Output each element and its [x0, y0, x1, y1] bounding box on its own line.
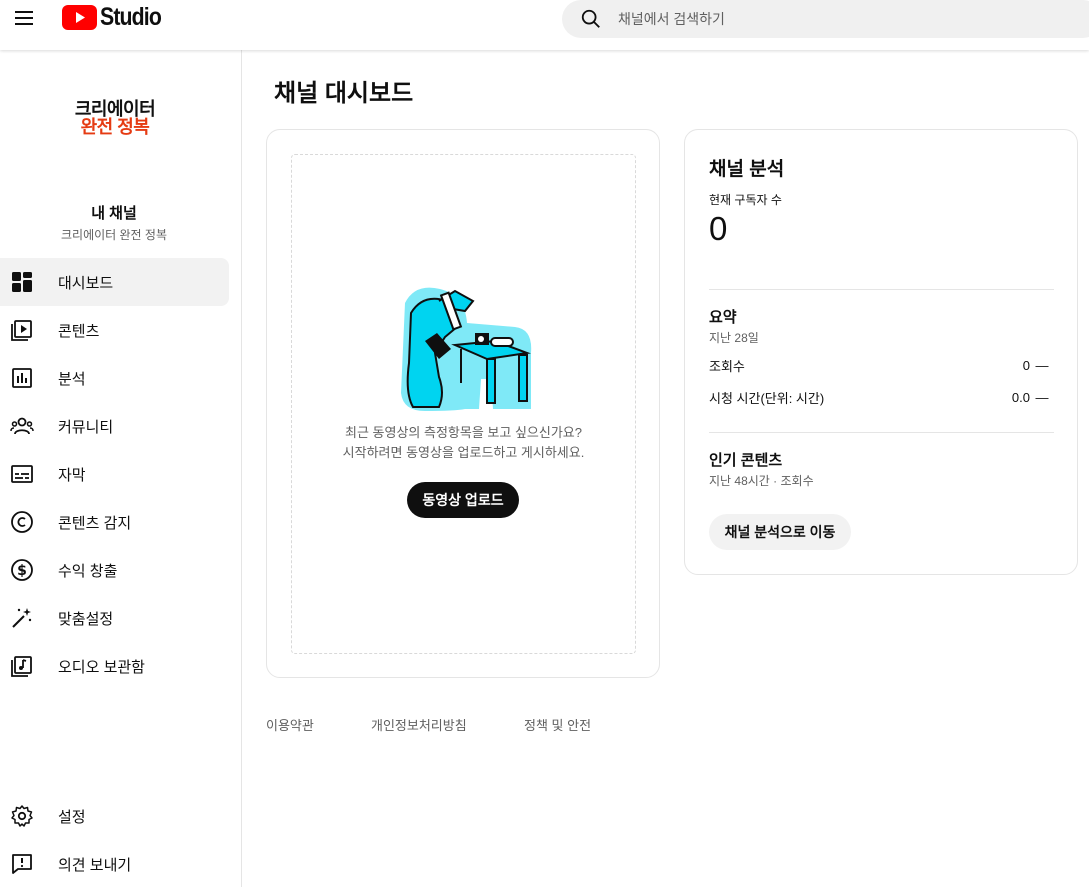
metric-trend: — [1035, 389, 1049, 405]
top-content-sub: 지난 48시간 · 조회수 [709, 474, 814, 488]
divider [709, 289, 1054, 290]
sidebar-item-label: 콘텐츠 [58, 322, 100, 340]
sidebar-item-label: 자막 [58, 466, 86, 484]
upload-dropzone: 최근 동영상의 측정항목을 보고 싶으신가요? 시작하려면 동영상을 업로드하고… [291, 154, 636, 654]
logo-text: Studio [100, 2, 162, 31]
community-icon [10, 414, 34, 438]
audio-library-icon [10, 654, 34, 678]
summary-period: 지난 28일 [709, 331, 759, 345]
channel-avatar[interactable]: 크리에이터 완전 정복 [0, 100, 230, 136]
analytics-icon [10, 366, 34, 390]
metric-value: 0.0 [1011, 389, 1030, 405]
footer-link-terms[interactable]: 이용약관 [266, 715, 314, 734]
sidebar-item-dashboard[interactable]: 대시보드 [0, 258, 229, 306]
monetization-icon: $ [10, 558, 34, 582]
avatar-line1: 크리에이터 [74, 99, 156, 119]
content-icon [10, 318, 34, 342]
menu-icon[interactable] [10, 6, 38, 30]
youtube-studio-logo[interactable]: Studio [62, 3, 172, 31]
metric-label: 조회수 [709, 358, 745, 374]
sidebar-item-label: 분석 [58, 370, 86, 388]
upload-card: 최근 동영상의 측정항목을 보고 싶으신가요? 시작하려면 동영상을 업로드하고… [266, 129, 660, 678]
channel-analytics-card: 채널 분석 현재 구독자 수 0 요약 지난 28일 조회수 0 — 시청 시간… [684, 129, 1078, 575]
feedback-icon [10, 852, 34, 876]
sidebar-item-label: 커뮤니티 [58, 418, 114, 436]
settings-icon [10, 804, 34, 828]
metric-value: 0 [1022, 357, 1030, 373]
search-bar[interactable] [562, 0, 1089, 38]
customization-icon [10, 606, 34, 630]
dashboard-icon [10, 270, 34, 294]
avatar-line2: 완전 정복 [80, 117, 150, 137]
sidebar-item-analytics[interactable]: 분석 [0, 354, 229, 402]
sidebar-item-customization[interactable]: 맞춤설정 [0, 594, 229, 642]
sidebar-item-label: 콘텐츠 감지 [58, 514, 132, 532]
youtube-logo-icon [62, 4, 97, 30]
sidebar-item-content[interactable]: 콘텐츠 [0, 306, 229, 354]
sidebar-item-subtitles[interactable]: 자막 [0, 450, 229, 498]
sidebar-item-copyright[interactable]: 콘텐츠 감지 [0, 498, 229, 546]
sidebar-item-audio-library[interactable]: 오디오 보관함 [0, 642, 229, 690]
upload-video-button[interactable]: 동영상 업로드 [407, 482, 519, 518]
search-input[interactable] [618, 11, 1018, 27]
top-content-title: 인기 콘텐츠 [709, 452, 783, 469]
sidebar-item-label: 대시보드 [58, 274, 114, 292]
metric-row-watch-time: 시청 시간(단위: 시간) 0.0 — [709, 387, 1054, 407]
copyright-icon [10, 510, 34, 534]
sidebar-item-label: 수익 창출 [58, 562, 118, 580]
sidebar-item-label: 설정 [58, 808, 86, 826]
sidebar: 크리에이터 완전 정복 내 채널 크리에이터 완전 정복 대시보드 콘텐츠 분석… [0, 50, 242, 887]
upload-hint-line2: 시작하려면 동영상을 업로드하고 게시하세요. [342, 445, 585, 460]
sidebar-item-settings[interactable]: 설정 [0, 792, 229, 840]
summary-title: 요약 [709, 309, 737, 326]
channel-label: 내 채널 [91, 205, 137, 222]
sidebar-item-community[interactable]: 커뮤니티 [0, 402, 229, 450]
go-to-analytics-button[interactable]: 채널 분석으로 이동 [709, 514, 851, 550]
metric-label: 시청 시간(단위: 시간) [709, 390, 825, 406]
subscribers-label: 현재 구독자 수 [709, 193, 782, 207]
analytics-card-title: 채널 분석 [709, 159, 785, 180]
sidebar-item-label: 의견 보내기 [58, 856, 132, 874]
footer-link-policy[interactable]: 정책 및 안전 [524, 715, 591, 734]
sidebar-item-label: 맞춤설정 [58, 610, 114, 628]
metric-trend: — [1035, 357, 1049, 373]
sidebar-item-monetization[interactable]: $ 수익 창출 [0, 546, 229, 594]
subscribers-count: 0 [709, 210, 728, 247]
footer-link-privacy[interactable]: 개인정보처리방침 [371, 715, 467, 734]
search-icon[interactable] [580, 8, 602, 30]
upload-illustration [401, 287, 532, 411]
metric-row-views: 조회수 0 — [709, 355, 1054, 375]
svg-text:$: $ [17, 563, 27, 579]
page-title: 채널 대시보드 [274, 80, 414, 107]
subtitles-icon [10, 462, 34, 486]
sidebar-item-feedback[interactable]: 의견 보내기 [0, 840, 229, 887]
top-header: Studio [0, 0, 1089, 50]
sidebar-item-label: 오디오 보관함 [58, 658, 145, 676]
channel-name: 크리에이터 완전 정복 [60, 228, 168, 242]
upload-hint-line1: 최근 동영상의 측정항목을 보고 싶으신가요? [345, 425, 582, 440]
divider [709, 432, 1054, 433]
